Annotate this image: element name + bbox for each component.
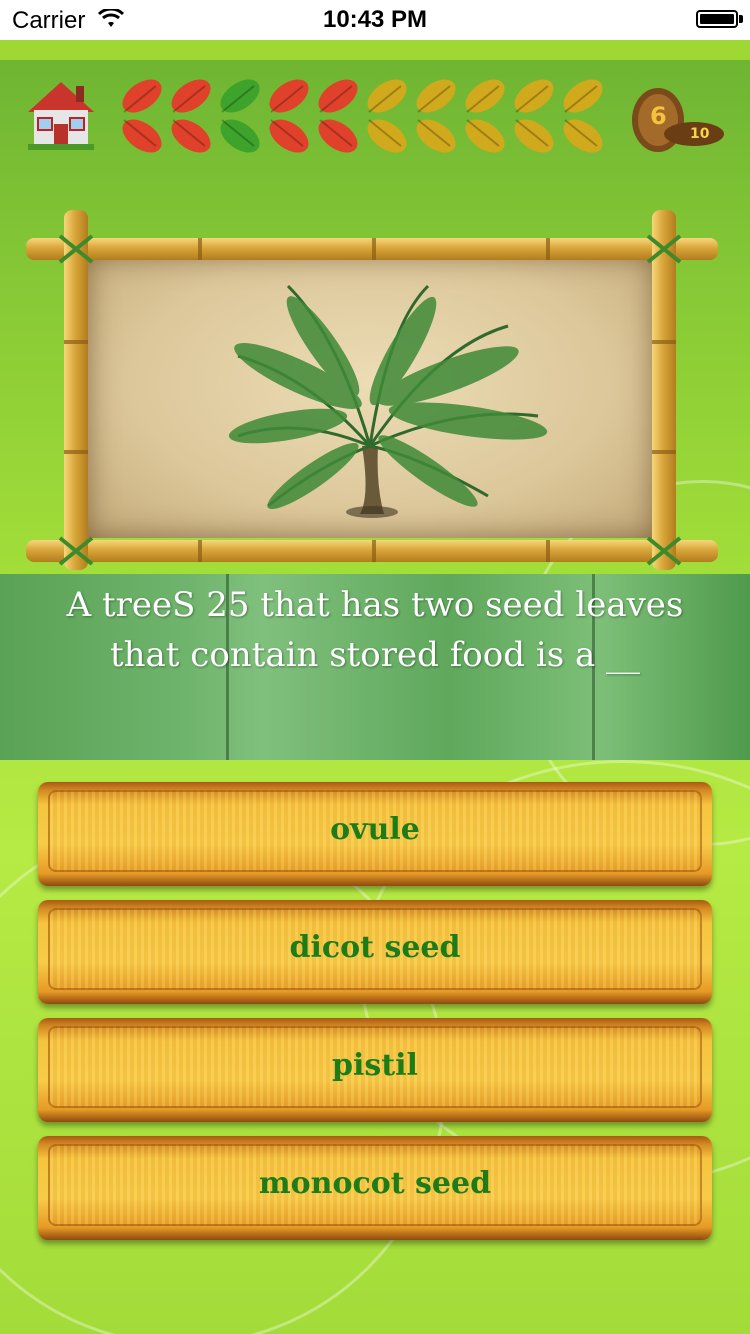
status-bar: Carrier 10:43 PM <box>0 0 750 40</box>
answer-label: dicot seed <box>289 930 461 965</box>
leaf-yellow-icon <box>557 74 607 162</box>
home-button[interactable] <box>24 78 98 152</box>
seed-count-current: 6 <box>650 102 667 130</box>
answer-button-1[interactable]: ovule <box>38 782 712 886</box>
leaf-yellow-icon <box>459 74 509 162</box>
answer-button-4[interactable]: monocot seed <box>38 1136 712 1240</box>
leaf-yellow-icon <box>410 74 460 162</box>
house-icon <box>28 82 94 150</box>
leaf-red-icon <box>165 74 215 162</box>
battery-icon <box>696 10 738 28</box>
answer-button-3[interactable]: pistil <box>38 1018 712 1122</box>
picture-frame <box>26 210 718 570</box>
answer-button-2[interactable]: dicot seed <box>38 900 712 1004</box>
progress-leaves <box>116 74 616 162</box>
seed-count-total: 10 <box>690 126 710 142</box>
leaf-red-icon <box>312 74 362 162</box>
frame-ties <box>58 234 682 566</box>
answer-label: monocot seed <box>258 1166 492 1201</box>
leaf-red-icon <box>116 74 166 162</box>
leaf-yellow-icon <box>361 74 411 162</box>
question-banner: A treeS 25 that has two seed leaves that… <box>0 574 750 760</box>
question-text: A treeS 25 that has two seed leaves that… <box>66 585 684 675</box>
leaf-green-icon <box>214 74 264 162</box>
leaf-yellow-icon <box>508 74 558 162</box>
seed-counter: 6 10 <box>628 86 728 156</box>
clock: 10:43 PM <box>322 6 428 33</box>
answer-label: ovule <box>330 812 420 847</box>
game-scene: 6 10 A treeS 25 that has two seed leaves… <box>0 60 750 1334</box>
seed-icon <box>632 88 724 152</box>
leaf-red-icon <box>263 74 313 162</box>
answer-label: pistil <box>332 1048 418 1083</box>
